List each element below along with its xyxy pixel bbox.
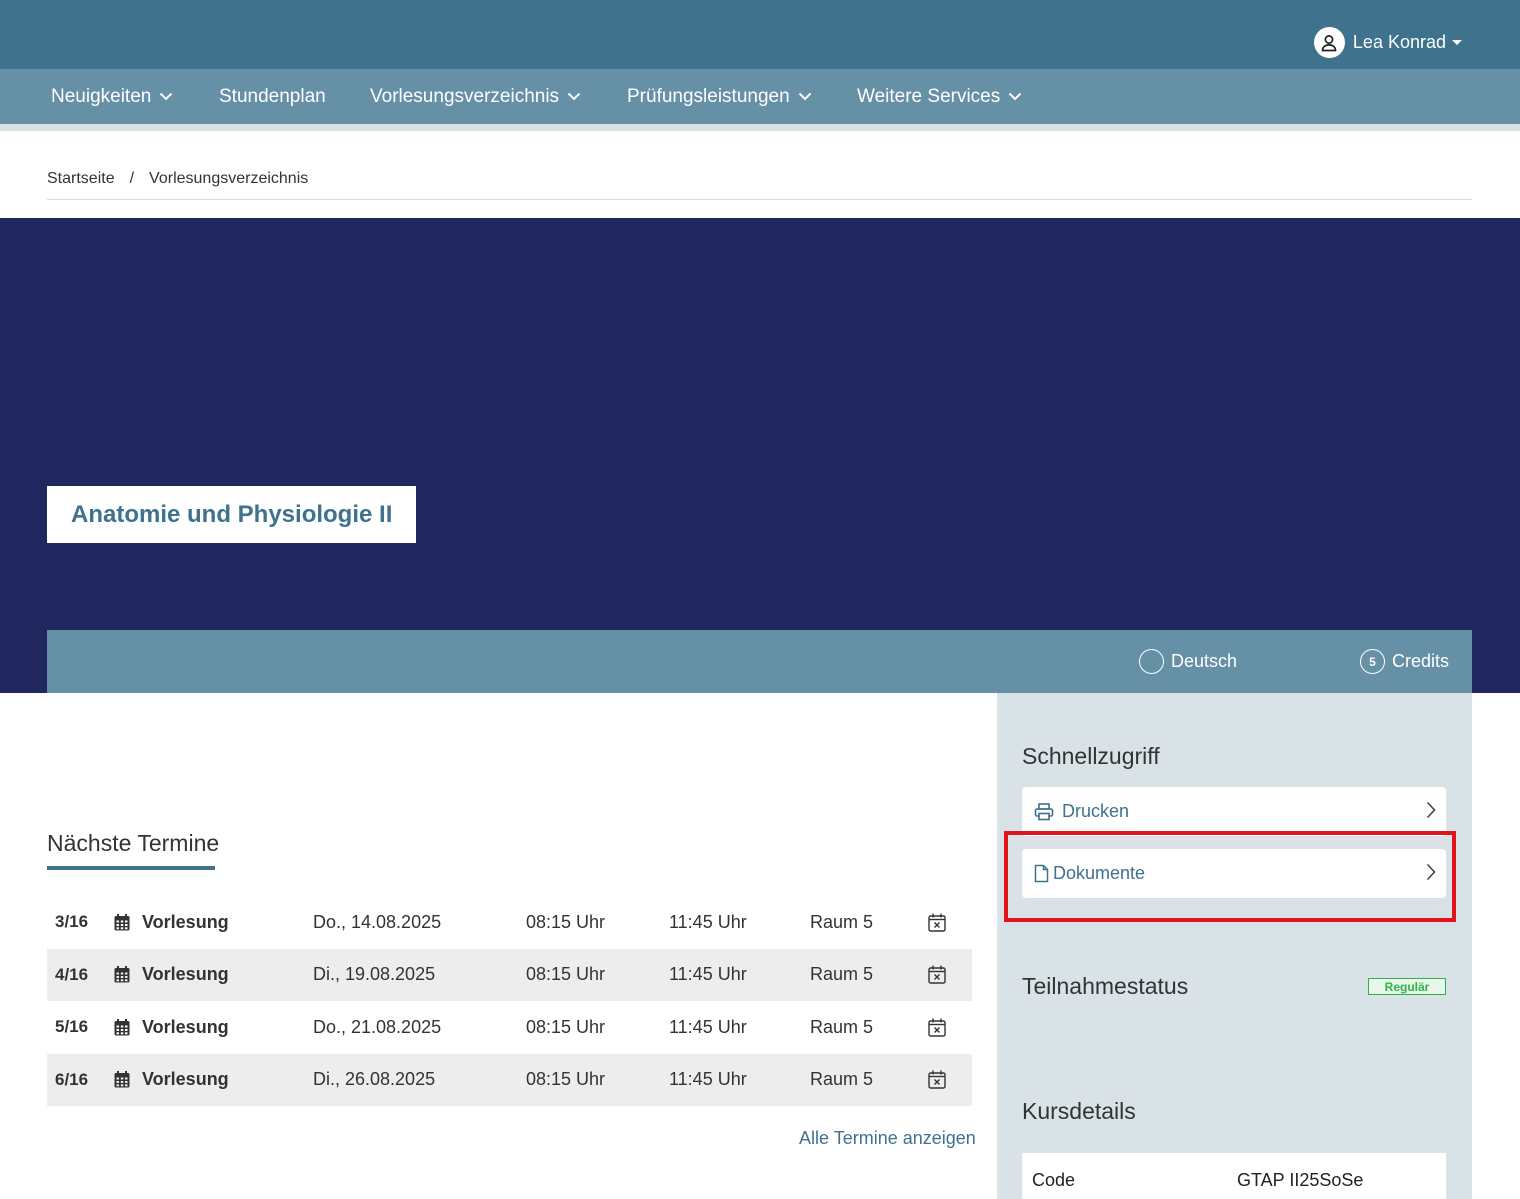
- nav-item-label: Prüfungsleistungen: [627, 85, 790, 107]
- section-title-next-dates: Nächste Termine: [47, 830, 220, 856]
- calendar-remove-icon[interactable]: [928, 949, 946, 1002]
- session-date: Do., 14.08.2025: [313, 911, 442, 932]
- user-icon: [1313, 27, 1345, 58]
- session-end: 11:45 Uhr: [669, 1069, 747, 1090]
- nav-item-label: Stundenplan: [219, 85, 326, 107]
- table-row: 6/16 Vorlesung Di., 26.08.2025 08:15 Uhr…: [47, 1053, 972, 1107]
- session-start: 08:15 Uhr: [526, 1016, 606, 1037]
- session-type: Vorlesung: [142, 964, 229, 985]
- calendar-icon: [114, 1054, 130, 1107]
- chevron-down-icon: [798, 92, 812, 101]
- detail-key: Code: [1032, 1170, 1076, 1190]
- credits-icon: 5: [1360, 649, 1385, 674]
- status-badge: Regulär: [1368, 978, 1446, 995]
- course-language-label: Deutsch: [1171, 651, 1238, 671]
- nav-item-pruefungsleistungen[interactable]: Prüfungsleistungen: [627, 69, 812, 124]
- quick-access-title: Schnellzugriff: [1022, 743, 1160, 769]
- breadcrumb-home-link[interactable]: Startseite: [47, 170, 115, 188]
- calendar-remove-icon[interactable]: [928, 1001, 946, 1054]
- section-underline: [47, 866, 215, 870]
- course-info-bar: Deutsch 5 Credits: [47, 630, 1472, 693]
- session-end: 11:45 Uhr: [669, 1016, 747, 1037]
- breadcrumb-current: Vorlesungsverzeichnis: [149, 170, 309, 187]
- course-credits: 5 Credits: [1360, 630, 1449, 693]
- session-number: 4/16: [55, 964, 89, 984]
- session-type: Vorlesung: [142, 911, 229, 932]
- session-start: 08:15 Uhr: [526, 964, 606, 985]
- course-details-title: Kursdetails: [1022, 1098, 1136, 1124]
- calendar-remove-icon[interactable]: [928, 896, 946, 949]
- all-dates-link[interactable]: Alle Termine anzeigen: [799, 1128, 976, 1149]
- nav-item-vorlesungsverzeichnis[interactable]: Vorlesungsverzeichnis: [370, 69, 581, 124]
- course-title: Anatomie und Physiologie II: [47, 486, 417, 543]
- session-type: Vorlesung: [142, 1016, 229, 1037]
- chevron-down-icon: [159, 92, 173, 101]
- user-menu[interactable]: Lea Konrad: [1313, 27, 1462, 58]
- caret-down-icon: [1452, 40, 1462, 45]
- highlight-box: [1004, 831, 1456, 922]
- session-date: Di., 19.08.2025: [313, 964, 436, 985]
- session-type: Vorlesung: [142, 1069, 229, 1090]
- top-bar: Lea Konrad: [0, 0, 1520, 69]
- session-number: 5/16: [55, 1017, 89, 1037]
- chevron-down-icon: [567, 92, 581, 101]
- nav-item-label: Vorlesungsverzeichnis: [370, 85, 560, 107]
- chevron-down-icon: [1008, 92, 1022, 101]
- nav-divider: [0, 124, 1520, 131]
- breadcrumb: Startseite / Vorlesungsverzeichnis: [47, 170, 308, 188]
- detail-value: GTAP II25SoSe: [1237, 1170, 1364, 1190]
- session-start: 08:15 Uhr: [526, 911, 606, 932]
- calendar-icon: [114, 896, 130, 949]
- nav-item-neuigkeiten[interactable]: Neuigkeiten: [51, 69, 173, 124]
- session-number: 6/16: [55, 1069, 89, 1089]
- breadcrumb-divider: [47, 199, 1472, 200]
- session-number: 3/16: [55, 912, 89, 932]
- globe-icon: [1139, 649, 1164, 674]
- nav-item-label: Neuigkeiten: [51, 85, 152, 107]
- course-details-table: Code GTAP II25SoSe: [1022, 1153, 1446, 1199]
- session-room: Raum 5: [810, 911, 874, 932]
- chevron-right-icon: [1426, 801, 1436, 819]
- sidebar: Schnellzugriff Drucken Dokumente Teilnah…: [997, 693, 1472, 1199]
- table-row: 3/16 Vorlesung Do., 14.08.2025 08:15 Uhr…: [47, 896, 972, 949]
- session-end: 11:45 Uhr: [669, 911, 747, 932]
- nav-item-label: Weitere Services: [857, 85, 1001, 107]
- course-language: Deutsch: [1139, 630, 1237, 693]
- printer-icon: [1034, 802, 1054, 821]
- nav-item-stundenplan[interactable]: Stundenplan: [219, 69, 326, 124]
- session-date: Do., 21.08.2025: [313, 1016, 442, 1037]
- print-label: Drucken: [1062, 801, 1130, 821]
- session-date: Di., 26.08.2025: [313, 1069, 436, 1090]
- session-room: Raum 5: [810, 1069, 874, 1090]
- dates-table: 3/16 Vorlesung Do., 14.08.2025 08:15 Uhr…: [47, 896, 972, 1106]
- calendar-icon: [114, 1001, 130, 1054]
- print-button[interactable]: Drucken: [1022, 787, 1446, 836]
- breadcrumb-separator: /: [129, 170, 135, 187]
- nav-item-weitere-services[interactable]: Weitere Services: [857, 69, 1022, 124]
- table-row: 5/16 Vorlesung Do., 21.08.2025 08:15 Uhr…: [47, 1001, 972, 1054]
- participation-status-title: Teilnahmestatus: [1022, 973, 1189, 999]
- session-room: Raum 5: [810, 964, 874, 985]
- session-start: 08:15 Uhr: [526, 1069, 606, 1090]
- table-row: 4/16 Vorlesung Di., 19.08.2025 08:15 Uhr…: [47, 948, 972, 1002]
- session-end: 11:45 Uhr: [669, 964, 747, 985]
- course-hero: [0, 218, 1520, 693]
- main-nav: Neuigkeiten Stundenplan Vorlesungsverzei…: [0, 69, 1520, 124]
- calendar-icon: [114, 949, 130, 1002]
- calendar-remove-icon[interactable]: [928, 1054, 946, 1107]
- course-credits-label: Credits: [1392, 651, 1450, 671]
- user-name: Lea Konrad: [1352, 32, 1446, 52]
- session-room: Raum 5: [810, 1016, 874, 1037]
